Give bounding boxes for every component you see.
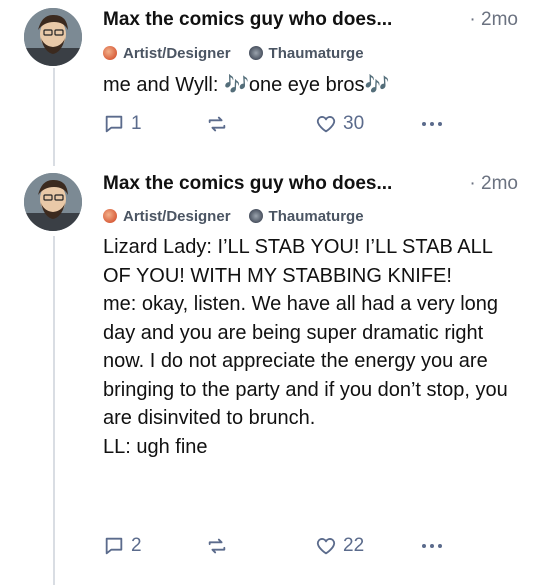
heart-icon <box>316 538 336 555</box>
action-bar: 1 30 <box>103 111 510 137</box>
post-time[interactable]: · 2mo <box>461 9 518 31</box>
badges: Artist/Designer Thaumaturge <box>103 206 382 226</box>
post-header: Max the comics guy who does... · 2mo <box>103 8 518 32</box>
post-time[interactable]: · 2mo <box>461 173 518 195</box>
action-bar: 2 22 <box>103 533 510 559</box>
heart-icon <box>316 116 336 133</box>
repost-button[interactable] <box>206 111 228 137</box>
reply-button[interactable]: 1 <box>103 111 142 137</box>
thaumaturge-badge-icon <box>248 46 263 60</box>
like-count: 30 <box>343 113 365 134</box>
author-name[interactable]: Max the comics guy who does... <box>103 9 392 31</box>
more-options-button[interactable] <box>420 111 444 137</box>
ellipsis-icon <box>422 544 442 548</box>
badge-thaumaturge[interactable]: Thaumaturge <box>248 44 364 62</box>
badge-label: Thaumaturge <box>268 44 364 62</box>
like-button[interactable]: 22 <box>315 533 364 559</box>
reply-button[interactable]: 2 <box>103 533 142 559</box>
repost-button[interactable] <box>206 533 228 559</box>
badge-artist[interactable]: Artist/Designer <box>103 45 231 62</box>
badge-thaumaturge[interactable]: Thaumaturge <box>248 207 364 225</box>
badge-label: Artist/Designer <box>123 44 231 62</box>
ellipsis-icon <box>422 122 442 126</box>
thaumaturge-badge-icon <box>248 209 263 223</box>
post-body: Lizard Lady: I’LL STAB YOU! I’LL STAB AL… <box>103 236 508 458</box>
badge-label: Artist/Designer <box>123 207 231 225</box>
post-1[interactable]: Max the comics guy who does... · 2mo Art… <box>0 0 540 160</box>
badge-artist[interactable]: Artist/Designer <box>103 208 231 225</box>
badge-label: Thaumaturge <box>268 207 364 225</box>
like-count: 22 <box>343 535 365 556</box>
like-button[interactable]: 30 <box>315 111 364 137</box>
reply-count: 1 <box>131 113 142 134</box>
speech-bubble-icon <box>105 115 123 133</box>
more-options-button[interactable] <box>420 533 444 559</box>
author-name[interactable]: Max the comics guy who does... <box>103 173 392 195</box>
reply-count: 2 <box>131 535 142 556</box>
artist-badge-icon <box>103 46 117 60</box>
repost-arrows-icon <box>208 116 226 132</box>
artist-badge-icon <box>103 209 117 223</box>
speech-bubble-icon <box>105 537 123 555</box>
post-header: Max the comics guy who does... · 2mo <box>103 172 518 196</box>
avatar[interactable] <box>24 8 82 66</box>
repost-arrows-icon <box>208 538 226 554</box>
badges: Artist/Designer Thaumaturge <box>103 43 382 63</box>
avatar[interactable] <box>24 173 82 231</box>
post-body: me and Wyll: 🎶one eye bros🎶 <box>103 74 390 96</box>
post-2[interactable]: Max the comics guy who does... · 2mo Art… <box>0 166 540 585</box>
